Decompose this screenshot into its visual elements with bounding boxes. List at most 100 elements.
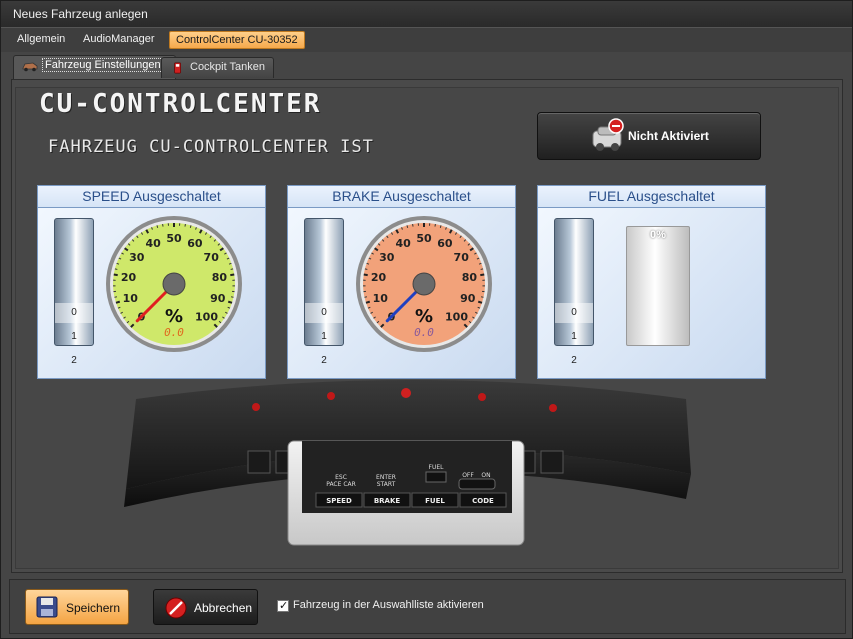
activation-status-button[interactable]: Nicht Aktiviert xyxy=(537,112,761,160)
selector-option[interactable]: 2 xyxy=(55,351,93,371)
device-esc-label: ESC xyxy=(335,474,347,481)
device-key-fuel: FUEL xyxy=(425,497,445,505)
gauge-tick xyxy=(365,300,371,304)
fuel-mode-selector[interactable]: 0 1 2 xyxy=(554,218,594,366)
gauge-minor-tick xyxy=(230,268,234,270)
gauge-tick-label: 30 xyxy=(379,251,395,264)
selector-option[interactable]: 1 xyxy=(305,327,343,347)
gauge-value-readout: 0.0 xyxy=(414,326,434,339)
gauge-hub xyxy=(162,272,186,296)
gauge-minor-tick xyxy=(114,296,118,298)
gauge-tick-label: 60 xyxy=(187,237,203,250)
device-off-label: OFF xyxy=(462,472,474,479)
controlcenter-subtitle: FAHRZEUG CU-CONTROLCENTER IST xyxy=(48,137,374,157)
save-button[interactable]: Speichern xyxy=(25,589,129,625)
gauge-tick-label: 70 xyxy=(204,251,220,264)
gauge-tick-label: 40 xyxy=(395,237,411,250)
fuel-gauge-title: FUEL Ausgeschaltet xyxy=(538,186,765,208)
gauge-tick-label: 100 xyxy=(195,311,218,324)
device-pace-car-label: PACE CAR xyxy=(326,481,356,488)
main-window: Neues Fahrzeug anlegen Allgemein AudioMa… xyxy=(0,0,853,639)
device-key-code: CODE xyxy=(472,497,494,505)
controlcenter-title: CU-CONTROLCENTER xyxy=(39,89,322,119)
selector-option[interactable]: 0 xyxy=(305,303,343,323)
tab-cockpit-tanken[interactable]: Cockpit Tanken xyxy=(161,57,275,78)
gauge-tick-label: 100 xyxy=(445,311,468,324)
gauge-tick-label: 90 xyxy=(460,292,476,305)
window-title: Neues Fahrzeug anlegen xyxy=(13,7,148,21)
gauge-minor-tick xyxy=(364,268,368,270)
gauge-tick-label: 10 xyxy=(373,292,389,305)
gauge-minor-tick xyxy=(156,225,159,228)
device-fuel-label: FUEL xyxy=(429,464,445,471)
gauge-tick xyxy=(115,300,121,304)
selector-option[interactable]: 2 xyxy=(555,351,593,371)
gauge-tick-label: 80 xyxy=(462,271,478,284)
gauge-value-readout: 0.0 xyxy=(164,326,184,339)
brake-gauge-title: BRAKE Ausgeschaltet xyxy=(288,186,515,208)
floppy-disk-icon xyxy=(36,596,58,618)
gauge-tick xyxy=(480,273,485,277)
gauge-minor-tick xyxy=(480,296,484,298)
device-key-brake: BRAKE xyxy=(374,497,401,505)
activation-status-label: Nicht Aktiviert xyxy=(628,129,709,143)
selector-option[interactable]: 0 xyxy=(555,303,593,323)
gauge-tick-label: 90 xyxy=(210,292,226,305)
gauge-unit: % xyxy=(165,306,183,327)
gauge-minor-tick xyxy=(480,268,484,270)
fuel-level-text: 0% xyxy=(650,229,666,241)
gauge-tick-label: 20 xyxy=(371,271,387,284)
speed-gauge-title: SPEED Ausgeschaltet xyxy=(38,186,265,208)
menu-item-allgemein[interactable]: Allgemein xyxy=(11,31,71,49)
brake-mode-selector[interactable]: 0 1 2 xyxy=(304,218,344,366)
gauge-minor-tick xyxy=(364,296,368,298)
gauge-tick xyxy=(477,300,483,304)
fuel-level-bar: 0% xyxy=(626,226,690,346)
selector-option[interactable]: 0 xyxy=(55,303,93,323)
menu-item-audiomanager[interactable]: AudioManager xyxy=(77,31,161,49)
device-on-label: ON xyxy=(481,472,490,479)
gauge-tick-label: 40 xyxy=(145,237,161,250)
cancel-button-label: Abbrechen xyxy=(194,601,253,615)
activate-in-list-checkbox[interactable]: ✓ xyxy=(277,599,289,612)
speed-gauge-panel: SPEED Ausgeschaltet 0 1 2 0 10 20 3040 50 607… xyxy=(37,185,266,379)
activate-in-list-label[interactable]: Fahrzeug in der Auswahlliste aktivieren xyxy=(293,599,484,611)
gauge-tick xyxy=(227,300,233,304)
menu-bar: Allgemein AudioManager ControlCenter CU-… xyxy=(1,28,852,52)
selector-option[interactable]: 2 xyxy=(305,351,343,371)
device-key-speed: SPEED xyxy=(326,497,352,505)
car-disabled-icon xyxy=(592,118,624,151)
control-unit-device-image: ESC PACE CAR ENTER START FUEL OFF ON SPE… xyxy=(124,380,691,546)
save-button-label: Speichern xyxy=(66,601,121,615)
gauge-tick xyxy=(230,273,235,277)
gauge-tick-label: 60 xyxy=(437,237,453,250)
speed-mode-selector[interactable]: 0 1 2 xyxy=(54,218,94,366)
selector-option[interactable]: 1 xyxy=(555,327,593,347)
checkmark-icon: ✓ xyxy=(279,599,289,612)
fuel-pump-icon xyxy=(174,62,181,74)
selector-option[interactable]: 1 xyxy=(55,327,93,347)
gauge-tick-label: 80 xyxy=(212,271,228,284)
gauge-tick-label: 50 xyxy=(416,232,432,245)
gauge-tick-label: 30 xyxy=(129,251,145,264)
gauge-minor-tick xyxy=(230,296,234,298)
gauge-tick-label: 50 xyxy=(166,232,182,245)
gauge-tick-label: 10 xyxy=(123,292,139,305)
gauge-tick-label: 70 xyxy=(454,251,470,264)
car-icon xyxy=(22,62,38,72)
gauge-tick xyxy=(363,273,368,277)
cancel-icon xyxy=(165,597,187,619)
gauge-tick-label: 20 xyxy=(121,271,137,284)
brake-gauge: 0102030405060708090100%0.0 xyxy=(356,216,492,352)
title-bar: Neues Fahrzeug anlegen xyxy=(1,1,852,28)
speed-gauge: 0102030405060708090100%0.0 xyxy=(106,216,242,352)
gauge-unit: % xyxy=(415,306,433,327)
tab-strip: Fahrzeug Einstellungen: Cockpit Tanken xyxy=(9,55,845,79)
cancel-button[interactable]: Abbrechen xyxy=(153,589,258,625)
tab-label: Fahrzeug Einstellungen: xyxy=(42,58,167,72)
gauge-hub xyxy=(412,272,436,296)
tab-fahrzeug-einstellungen[interactable]: Fahrzeug Einstellungen: xyxy=(13,55,176,79)
menu-item-controlcenter[interactable]: ControlCenter CU-30352 xyxy=(169,31,305,49)
fuel-gauge-panel: FUEL Ausgeschaltet 0 1 2 0% xyxy=(537,185,766,379)
gauge-minor-tick xyxy=(406,225,409,228)
